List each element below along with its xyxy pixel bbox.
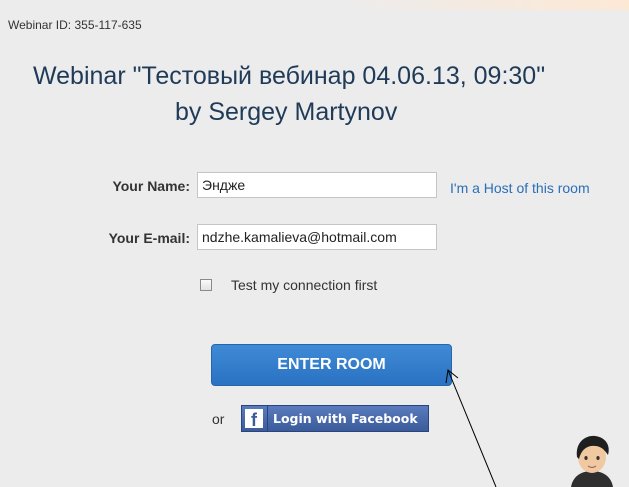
title-line-1: Webinar "Тестовый вебинар 04.06.13, 09:3… bbox=[33, 62, 546, 90]
facebook-divider bbox=[267, 406, 268, 431]
page-title: Webinar "Тестовый вебинар 04.06.13, 09:3… bbox=[33, 58, 629, 130]
test-connection-checkbox[interactable] bbox=[200, 279, 212, 291]
test-connection-label[interactable]: Test my connection first bbox=[231, 277, 377, 293]
arrow-shaft bbox=[447, 369, 497, 487]
webinar-id: Webinar ID: 355-117-635 bbox=[8, 18, 142, 32]
name-input[interactable] bbox=[197, 172, 437, 198]
login-facebook-button[interactable]: f Login with Facebook bbox=[241, 405, 429, 432]
facebook-label: Login with Facebook bbox=[273, 411, 418, 426]
top-highlight bbox=[330, 0, 629, 10]
host-link[interactable]: I'm a Host of this room bbox=[450, 180, 590, 196]
title-line-2: by Sergey Martynov bbox=[175, 98, 398, 126]
support-avatar-icon[interactable] bbox=[567, 433, 617, 487]
name-label: Your Name: bbox=[112, 178, 190, 194]
email-input[interactable] bbox=[197, 224, 437, 250]
or-separator: or bbox=[212, 411, 225, 427]
facebook-icon: f bbox=[245, 409, 263, 430]
webinar-login-page: Webinar ID: 355-117-635 Webinar "Тестовы… bbox=[0, 0, 629, 487]
enter-room-button[interactable]: ENTER ROOM bbox=[211, 344, 452, 386]
email-label: Your E-mail: bbox=[108, 230, 190, 246]
